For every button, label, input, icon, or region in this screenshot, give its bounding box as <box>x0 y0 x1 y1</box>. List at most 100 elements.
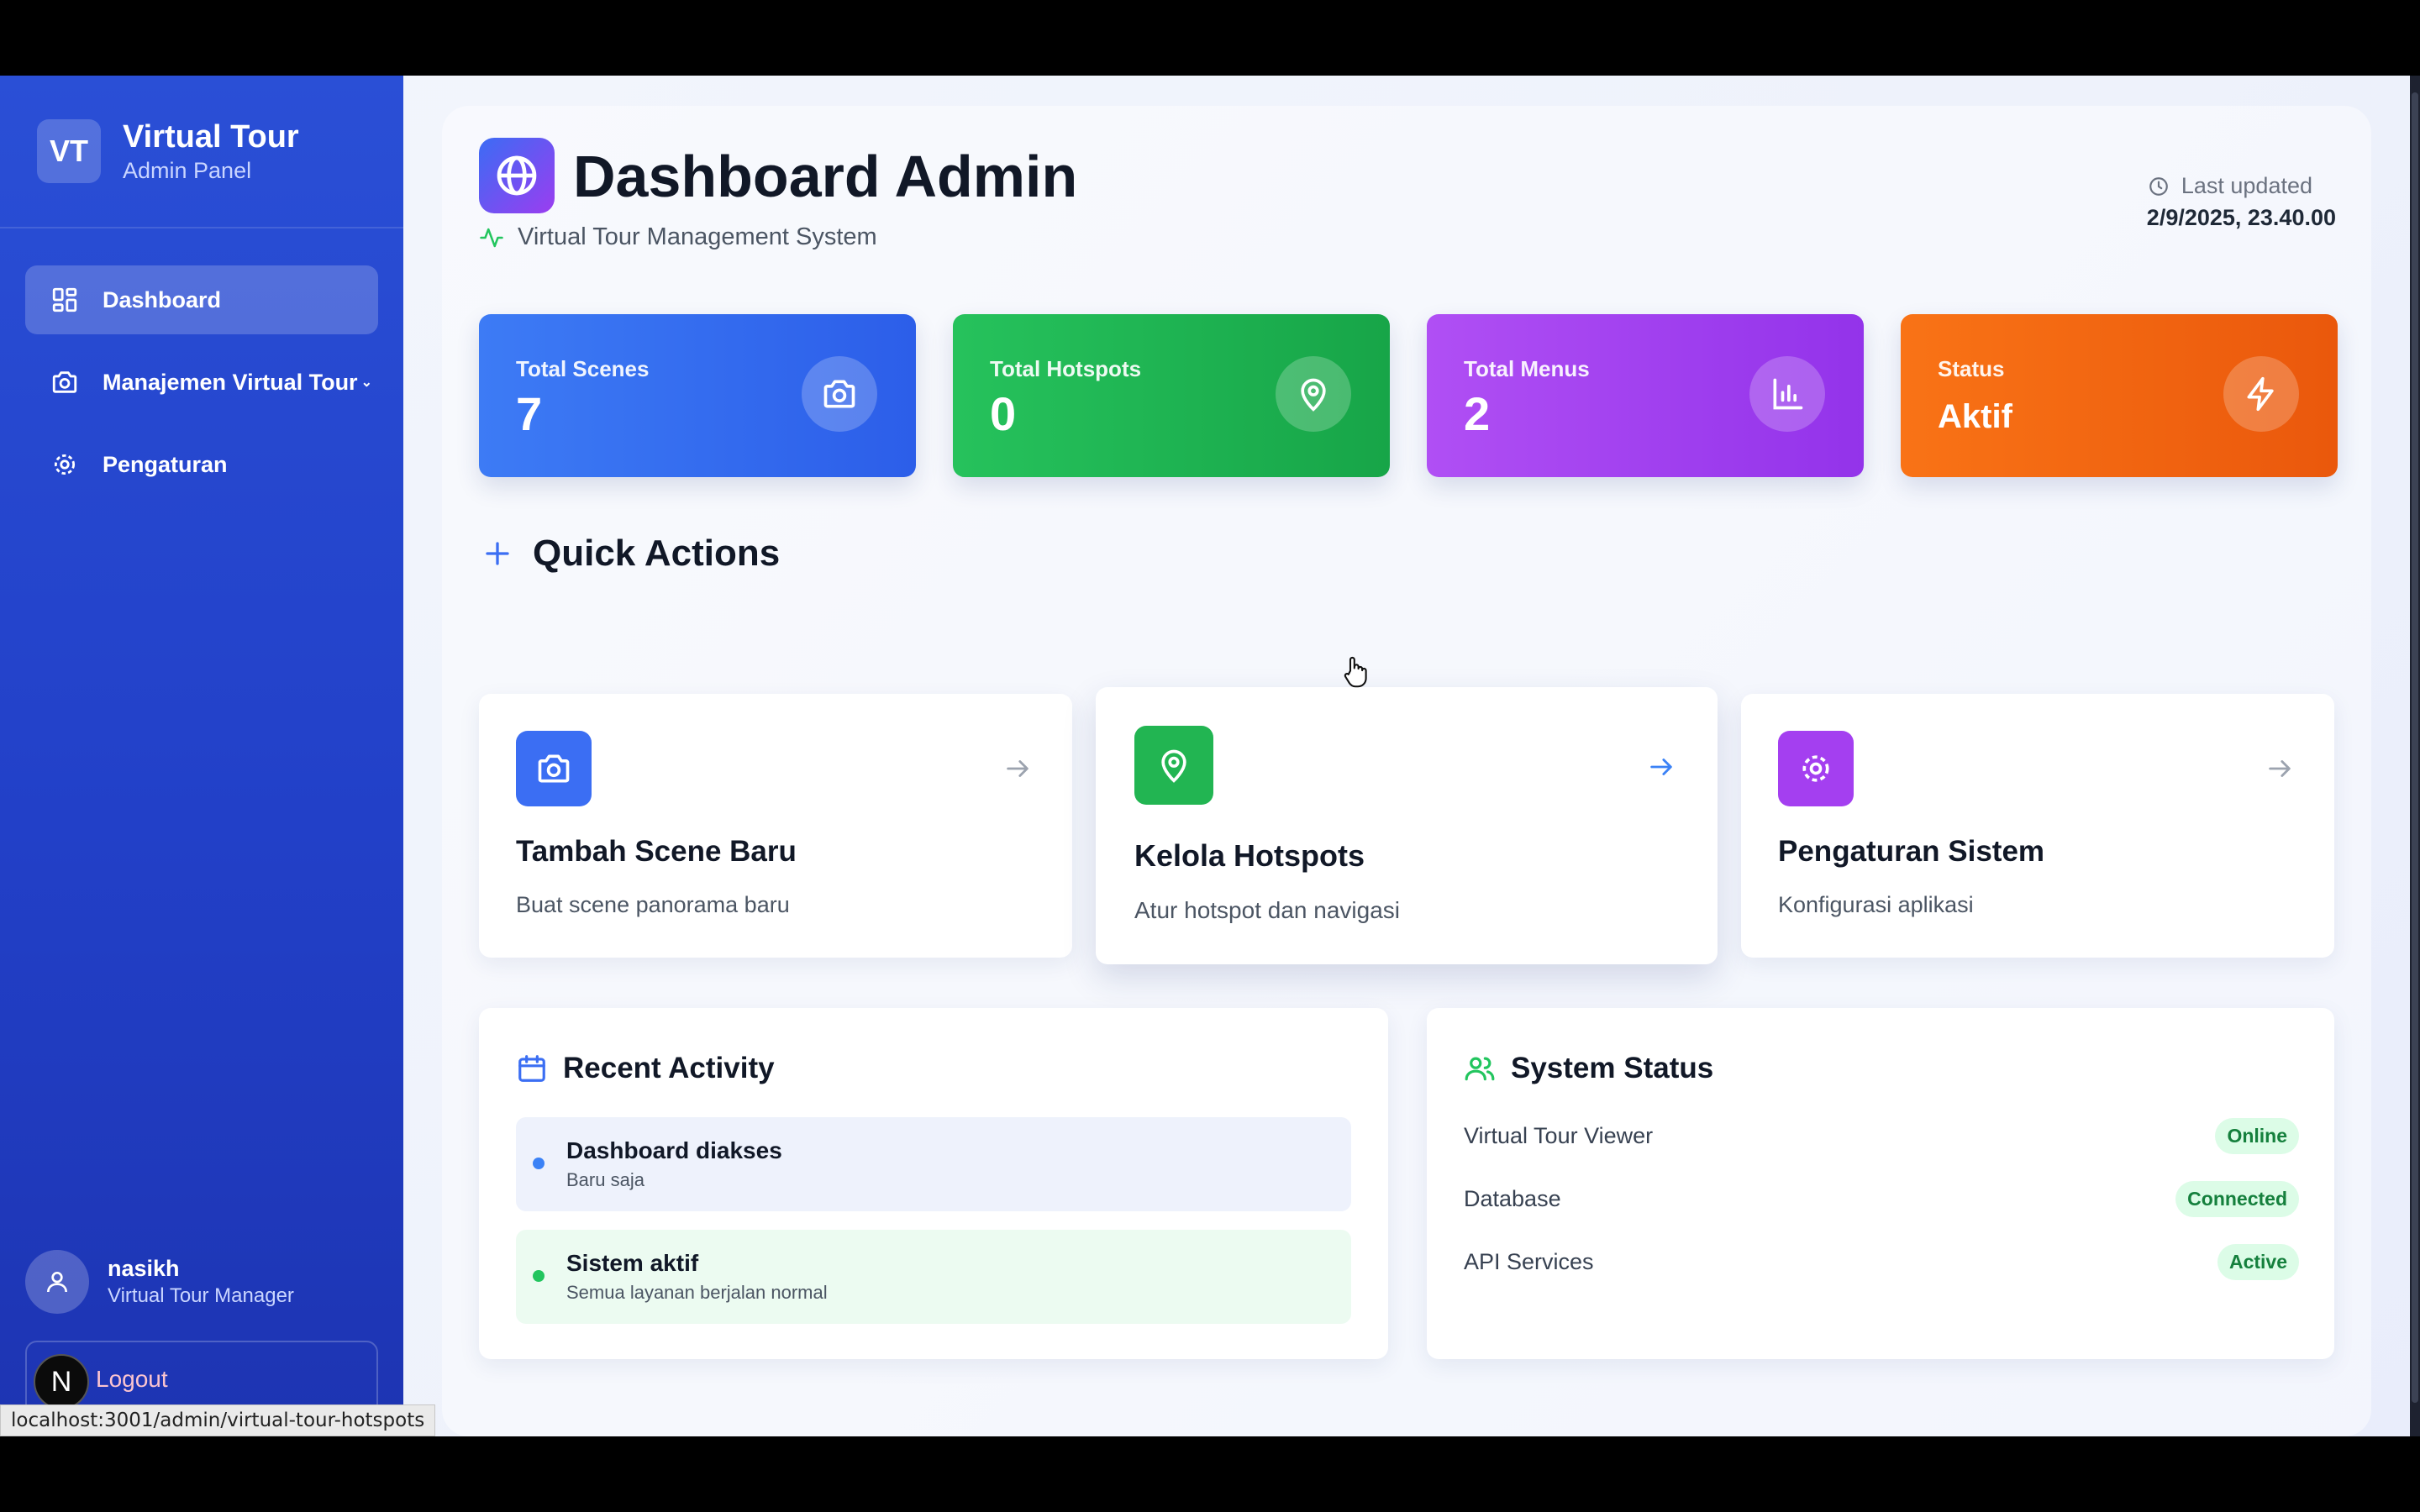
system-status-title: System Status <box>1511 1052 1714 1084</box>
arrow-right-icon <box>1650 759 1672 775</box>
status-row: API Services Active <box>1464 1240 2299 1284</box>
quick-action-pengaturan-sistem[interactable]: Pengaturan Sistem Konfigurasi aplikasi <box>1741 694 2334 958</box>
sidebar: VT Virtual Tour Admin Panel Dashboard Ma… <box>0 76 403 1436</box>
sidebar-item-label: Manajemen Virtual Tour <box>103 369 358 395</box>
activity-icon <box>480 228 503 247</box>
stat-icon <box>802 356 877 432</box>
stat-card-scenes[interactable]: Total Scenes 7 <box>479 314 916 477</box>
quick-action-title: Tambah Scene Baru <box>516 835 797 868</box>
logout-label: Logout <box>96 1366 168 1392</box>
stat-card-menus[interactable]: Total Menus 2 <box>1427 314 1864 477</box>
recent-activity-title: Recent Activity <box>563 1052 775 1084</box>
stat-value: Aktif <box>1938 398 2012 435</box>
subtitle-text: Virtual Tour Management System <box>518 223 877 250</box>
last-updated-text: Last updated <box>2181 173 2312 198</box>
camera-icon <box>52 371 77 393</box>
stat-icon <box>1276 356 1351 432</box>
brand-subtitle: Admin Panel <box>123 158 252 183</box>
activity-item: Dashboard diakses Baru saja <box>516 1117 1351 1211</box>
user-name: nasikh <box>108 1256 180 1281</box>
sidebar-item-dashboard[interactable]: Dashboard <box>25 265 378 334</box>
status-dot <box>533 1158 544 1169</box>
quick-actions-heading: Quick Actions <box>482 533 780 575</box>
page-title: Dashboard Admin <box>573 144 1078 209</box>
quick-action-icon <box>1134 726 1213 805</box>
system-status-heading: System Status <box>1464 1052 1713 1085</box>
stat-label: Total Hotspots <box>990 356 1142 381</box>
status-badge: Active <box>2217 1243 2299 1280</box>
stat-icon <box>1749 356 1825 432</box>
stat-value: 0 <box>990 387 1017 440</box>
sidebar-divider <box>0 227 403 228</box>
stat-card-status[interactable]: Status Aktif <box>1901 314 2338 477</box>
system-status-panel: System Status Virtual Tour Viewer Online… <box>1427 1008 2334 1359</box>
quick-action-tambah-scene[interactable]: Tambah Scene Baru Buat scene panorama ba… <box>479 694 1072 958</box>
status-badge: Connected <box>2175 1180 2299 1217</box>
recent-activity-panel: Recent Activity Dashboard diakses Baru s… <box>479 1008 1388 1359</box>
activity-title: Sistem aktif <box>566 1250 699 1276</box>
status-dot <box>533 1270 544 1282</box>
stat-label: Status <box>1938 356 2005 381</box>
scrollbar-thumb[interactable] <box>2412 92 2418 1403</box>
quick-action-icon <box>1778 731 1854 806</box>
status-label: API Services <box>1464 1248 1594 1274</box>
quick-action-icon <box>516 731 592 806</box>
nextjs-dev-badge[interactable]: N <box>34 1354 89 1410</box>
calendar-icon <box>518 1055 545 1082</box>
plus-icon <box>486 542 509 565</box>
lightning-icon <box>2247 376 2274 412</box>
app-window: VT Virtual Tour Admin Panel Dashboard Ma… <box>0 76 2420 1436</box>
brand-logo: VT <box>37 119 101 183</box>
status-label: Virtual Tour Viewer <box>1464 1122 1654 1148</box>
stat-value: 7 <box>516 387 543 440</box>
map-pin-icon <box>1301 378 1326 412</box>
quick-action-title: Pengaturan Sistem <box>1778 835 2045 868</box>
bar-chart-icon <box>1773 378 1803 410</box>
last-updated-value: 2/9/2025, 23.40.00 <box>2146 205 2336 230</box>
gear-icon <box>1802 755 1829 782</box>
sidebar-item-pengaturan[interactable]: Pengaturan <box>25 430 378 499</box>
globe-icon <box>497 155 537 196</box>
users-icon <box>1465 1057 1495 1081</box>
status-row: Virtual Tour Viewer Online <box>1464 1114 2299 1158</box>
status-badge: Online <box>2215 1117 2299 1154</box>
activity-time: Semua layanan berjalan normal <box>566 1282 828 1303</box>
quick-action-desc: Buat scene panorama baru <box>516 892 790 917</box>
stat-card-hotspots[interactable]: Total Hotspots 0 <box>953 314 1390 477</box>
status-label: Database <box>1464 1185 1561 1211</box>
page-subtitle: Virtual Tour Management System <box>479 223 877 251</box>
clock-icon <box>2149 176 2168 196</box>
user-role: Virtual Tour Manager <box>108 1284 294 1307</box>
status-row: Database Connected <box>1464 1177 2299 1221</box>
stat-label: Total Scenes <box>516 356 650 381</box>
camera-icon <box>823 380 855 408</box>
activity-title: Dashboard diakses <box>566 1137 782 1163</box>
dashboard-grid-icon <box>52 287 77 312</box>
quick-action-kelola-hotspots[interactable]: Kelola Hotspots Atur hotspot dan navigas… <box>1096 687 1718 964</box>
recent-activity-heading: Recent Activity <box>516 1052 775 1085</box>
quick-action-desc: Konfigurasi aplikasi <box>1778 892 1974 917</box>
title-badge <box>479 138 555 213</box>
sidebar-item-manajemen-virtual-tour[interactable]: Manajemen Virtual Tour ⌄ <box>25 348 378 417</box>
link-status-tooltip: localhost:3001/admin/virtual-tour-hotspo… <box>0 1404 436 1436</box>
last-updated-label: Last updated <box>2148 173 2312 199</box>
stat-icon <box>2223 356 2299 432</box>
quick-actions-title: Quick Actions <box>533 533 781 574</box>
map-pin-icon <box>1161 749 1186 783</box>
arrow-right-icon <box>1007 760 1028 777</box>
user-icon <box>47 1272 67 1293</box>
chevron-down-icon: ⌄ <box>360 375 372 390</box>
avatar <box>25 1250 89 1314</box>
user-profile[interactable]: nasikh Virtual Tour Manager <box>25 1250 294 1314</box>
stat-value: 2 <box>1464 387 1491 440</box>
activity-time: Baru saja <box>566 1169 644 1190</box>
quick-action-title: Kelola Hotspots <box>1134 838 1365 873</box>
brand[interactable]: VT Virtual Tour Admin Panel <box>37 119 299 183</box>
brand-title: Virtual Tour <box>123 119 299 155</box>
quick-action-desc: Atur hotspot dan navigasi <box>1134 897 1400 923</box>
activity-item: Sistem aktif Semua layanan berjalan norm… <box>516 1230 1351 1324</box>
camera-icon <box>538 754 570 783</box>
gear-icon <box>54 454 76 475</box>
stat-label: Total Menus <box>1464 356 1590 381</box>
hand-cursor-icon <box>1344 656 1367 688</box>
